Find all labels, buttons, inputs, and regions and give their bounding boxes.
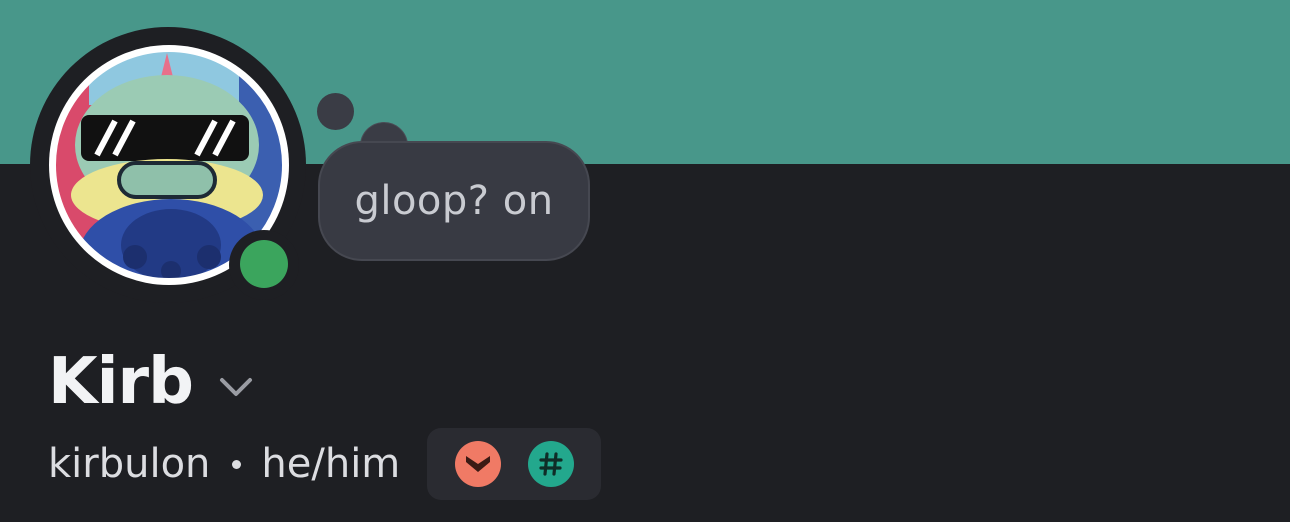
- display-name: Kirb: [48, 345, 194, 419]
- thought-bubble-dot-small: [317, 93, 354, 130]
- hashtag-badge-icon[interactable]: [528, 441, 575, 487]
- custom-status-text: gloop? on: [354, 178, 554, 224]
- custom-status-bubble[interactable]: gloop? on: [318, 141, 590, 261]
- username: kirbulon: [48, 441, 211, 487]
- chevrons-down-badge-icon[interactable]: [455, 441, 502, 487]
- profile-card: gloop? on Kirb kirbulon he/him: [0, 0, 1290, 522]
- separator-dot: [232, 459, 242, 469]
- chevrons-down-glyph-icon: [466, 456, 491, 472]
- badge-list: [427, 428, 602, 500]
- pronouns: he/him: [261, 441, 401, 487]
- chevron-down-icon[interactable]: [219, 376, 253, 398]
- display-name-row[interactable]: Kirb: [48, 342, 253, 422]
- hashtag-glyph-icon: [539, 452, 563, 476]
- profile-subtitle: kirbulon he/him: [48, 428, 602, 500]
- online-status-icon: [240, 240, 288, 288]
